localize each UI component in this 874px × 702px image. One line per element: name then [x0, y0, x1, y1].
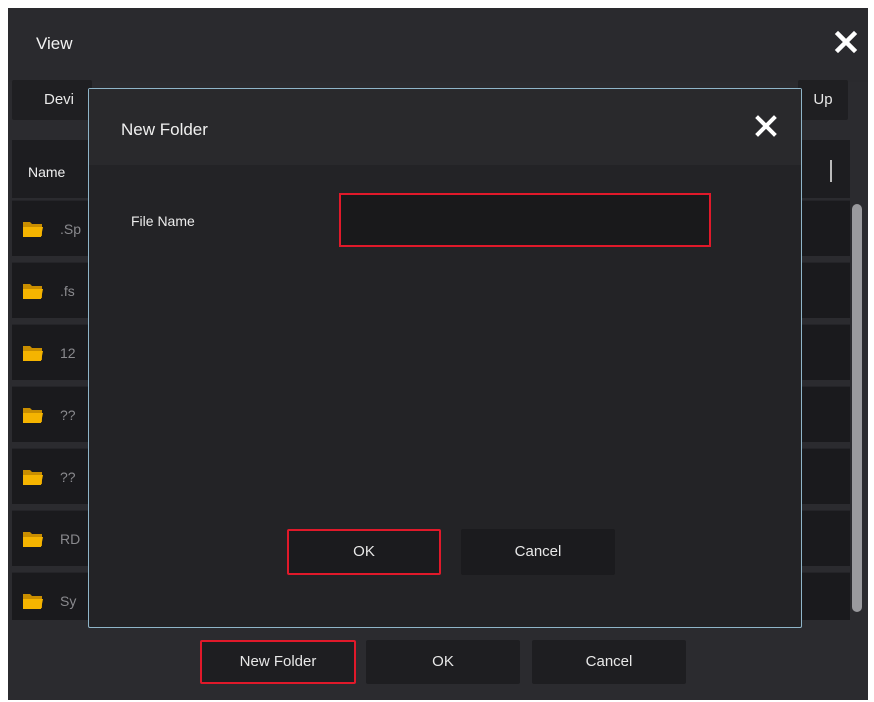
dialog-ok-button[interactable]: OK: [287, 529, 441, 575]
new-folder-dialog: New Folder File Name OK Cancel: [88, 88, 802, 628]
dialog-title-bar: New Folder: [89, 89, 801, 165]
dialog-cancel-button[interactable]: Cancel: [461, 529, 615, 575]
list-item-name: 12: [60, 345, 76, 361]
dialog-title: New Folder: [121, 120, 208, 139]
up-button[interactable]: Up: [798, 80, 848, 120]
window-title: View: [36, 34, 73, 53]
folder-icon: [22, 468, 44, 486]
column-divider: [830, 160, 832, 182]
list-item-name: RD: [60, 531, 81, 547]
ok-button[interactable]: OK: [366, 640, 520, 684]
list-item-name: .Sp: [60, 221, 82, 237]
list-item-name: .fs: [60, 283, 75, 299]
list-item-name: ??: [60, 407, 76, 423]
folder-icon: [22, 220, 44, 238]
folder-icon: [22, 282, 44, 300]
file-name-input[interactable]: [339, 193, 711, 247]
list-item-name: ??: [60, 469, 76, 485]
folder-icon: [22, 592, 44, 610]
file-list-scrollbar[interactable]: [852, 204, 862, 612]
folder-icon: [22, 344, 44, 362]
close-icon: [834, 30, 858, 54]
list-item-name: Sy: [60, 593, 77, 609]
cancel-button[interactable]: Cancel: [532, 640, 686, 684]
folder-icon: [22, 406, 44, 424]
column-header-name[interactable]: Name: [28, 164, 65, 180]
window-title-bar: View: [8, 8, 868, 82]
close-icon: [755, 115, 777, 137]
new-folder-button[interactable]: New Folder: [200, 640, 356, 684]
device-button[interactable]: Devi: [12, 80, 92, 120]
file-name-label: File Name: [131, 213, 195, 229]
folder-icon: [22, 530, 44, 548]
window-close-button[interactable]: [830, 26, 862, 58]
dialog-close-button[interactable]: [753, 113, 779, 139]
